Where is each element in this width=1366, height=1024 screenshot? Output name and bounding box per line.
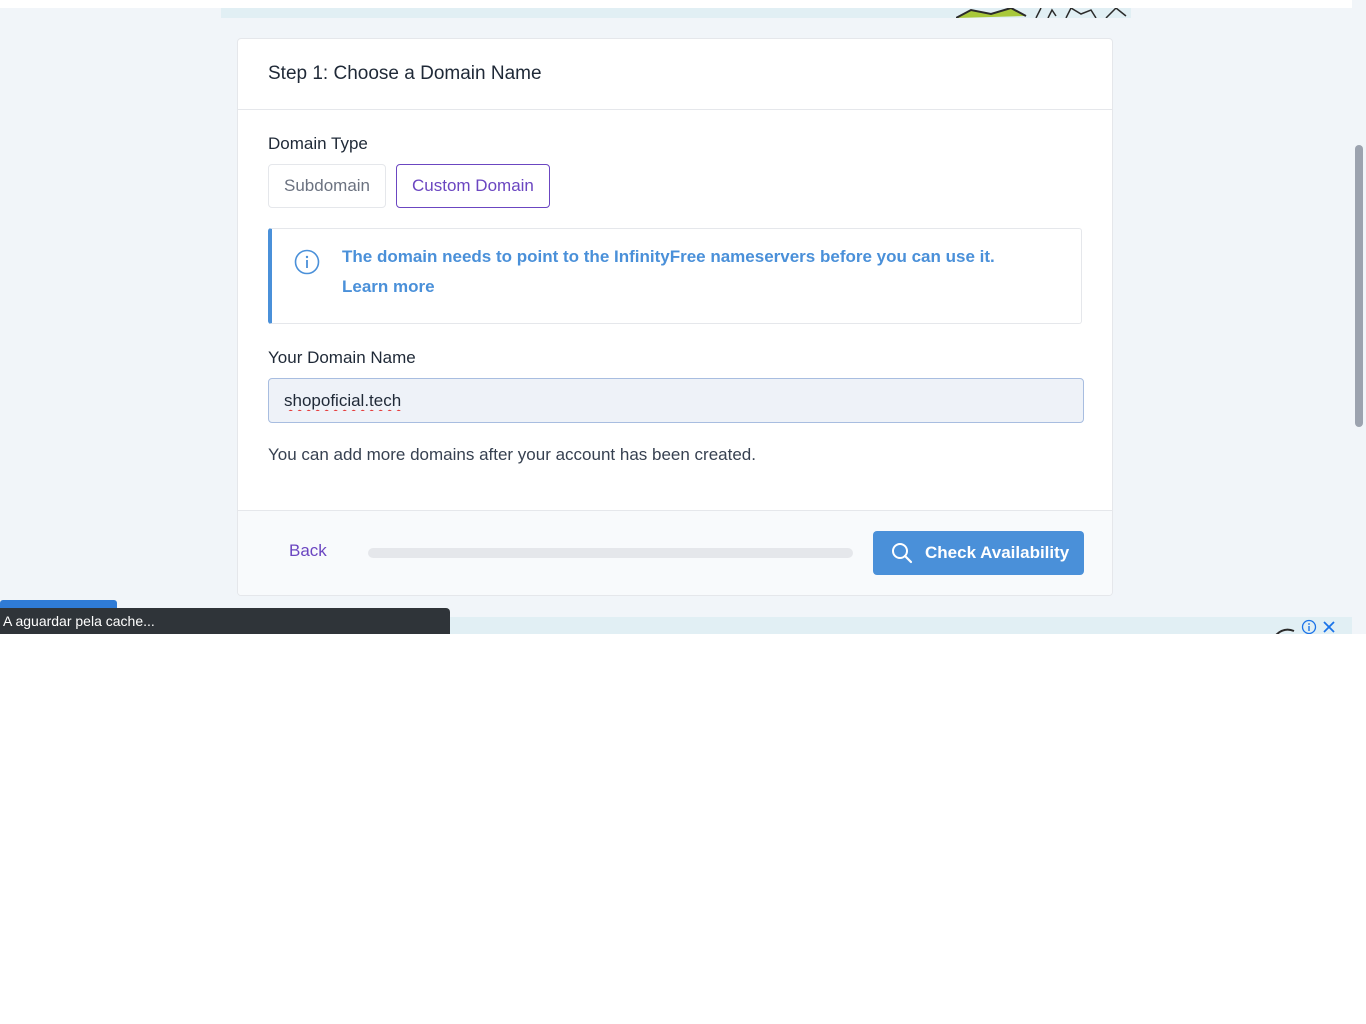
custom-domain-option-button[interactable]: Custom Domain xyxy=(396,164,550,208)
scrollbar[interactable] xyxy=(1352,0,1366,634)
check-availability-button[interactable]: Check Availability xyxy=(873,531,1084,575)
domain-type-label: Domain Type xyxy=(268,134,368,153)
ad-illustration xyxy=(956,8,1127,18)
back-button[interactable]: Back xyxy=(289,541,327,561)
info-circle-icon xyxy=(294,249,320,275)
check-availability-label: Check Availability xyxy=(925,543,1070,562)
progress-bar xyxy=(368,548,853,558)
ad-info-icon[interactable] xyxy=(1301,619,1317,634)
card-header: Step 1: Choose a Domain Name xyxy=(238,39,1112,110)
domain-name-input[interactable] xyxy=(268,378,1084,423)
learn-more-link[interactable]: Learn more xyxy=(342,272,995,302)
top-strip xyxy=(0,0,1352,8)
alert-text: The domain needs to point to the Infinit… xyxy=(342,242,995,323)
card-body: Domain Type Subdomain Custom Domain The … xyxy=(238,110,1112,465)
search-icon xyxy=(892,543,913,564)
browser-status-bar: A aguardar pela cache... xyxy=(0,608,450,634)
ad-illustration-bottom xyxy=(1275,628,1295,634)
domain-type-group: Subdomain Custom Domain xyxy=(268,164,1082,208)
top-ad-banner[interactable] xyxy=(221,8,1131,18)
scrollbar-thumb[interactable] xyxy=(1355,145,1363,427)
alert-message: The domain needs to point to the Infinit… xyxy=(342,247,995,266)
card-title: Step 1: Choose a Domain Name xyxy=(268,63,542,84)
card-footer: Back Check Availability xyxy=(238,510,1112,595)
page-viewport: Step 1: Choose a Domain Name Domain Type… xyxy=(0,0,1366,634)
subdomain-option-button[interactable]: Subdomain xyxy=(268,164,387,208)
bottom-ad-banner[interactable] xyxy=(450,617,1352,634)
nameserver-info-alert: The domain needs to point to the Infinit… xyxy=(268,228,1082,324)
floating-tab[interactable] xyxy=(0,600,117,608)
domain-name-label: Your Domain Name xyxy=(268,348,416,367)
domain-step-card: Step 1: Choose a Domain Name Domain Type… xyxy=(237,38,1113,596)
ad-close-icon[interactable] xyxy=(1321,619,1337,634)
help-text: You can add more domains after your acco… xyxy=(268,445,756,464)
